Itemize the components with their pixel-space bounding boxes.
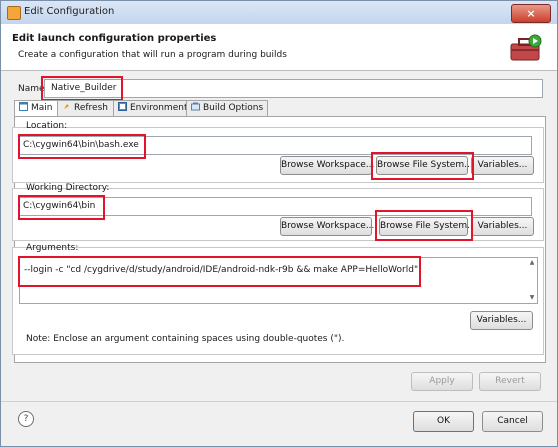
arguments-variables-button[interactable]: Variables... [470,311,533,330]
location-browse-file-system-button[interactable]: Browse File System... [376,156,473,175]
arguments-textarea[interactable]: --login -c "cd /cygdrive/d/study/android… [19,257,538,304]
tab-refresh[interactable]: Refresh [57,100,120,116]
arguments-label: Arguments: [26,243,79,253]
ok-button[interactable]: OK [413,411,474,432]
location-input[interactable]: C:\cygwin64\bin\bash.exe [18,136,532,155]
tab-main-label: Main [31,103,53,113]
main-tab-icon [19,102,28,111]
tab-build-options[interactable]: Build Options [186,100,268,116]
cancel-button[interactable]: Cancel [482,411,543,432]
header-description: Create a configuration that will run a p… [18,50,287,60]
location-variables-button[interactable]: Variables... [471,156,534,175]
name-input[interactable]: Native_Builder [44,79,543,98]
header-title: Edit launch configuration properties [12,33,217,44]
build-options-icon [191,102,200,111]
scroll-up-arrow-icon[interactable]: ▲ [527,258,537,268]
location-browse-workspace-button[interactable]: Browse Workspace... [280,156,374,175]
toolbox-icon [510,34,542,61]
footer-divider [1,401,557,402]
refresh-icon [64,104,69,109]
title-bar: Edit Configuration × [1,1,557,24]
help-icon[interactable]: ? [18,411,34,427]
working-directory-browse-file-system-button[interactable]: Browse File System... [379,217,476,236]
location-label: Location: [26,121,68,131]
apply-button[interactable]: Apply [411,372,473,391]
working-directory-variables-button[interactable]: Variables... [471,217,534,236]
dialog-header: Edit launch configuration properties Cre… [1,24,557,71]
tab-environment-label: Environment [130,103,188,113]
name-value: Native_Builder [51,83,117,93]
location-value: C:\cygwin64\bin\bash.exe [23,140,139,150]
working-directory-value: C:\cygwin64\bin [23,201,96,211]
revert-button[interactable]: Revert [479,372,541,391]
working-directory-browse-workspace-button[interactable]: Browse Workspace... [280,217,374,236]
tab-build-options-label: Build Options [203,103,264,113]
scroll-down-arrow-icon[interactable]: ▼ [527,293,537,303]
working-directory-input[interactable]: C:\cygwin64\bin [18,197,532,216]
tab-refresh-label: Refresh [74,103,108,113]
edit-configuration-dialog: Edit Configuration × Edit launch configu… [0,0,558,447]
arguments-value: --login -c "cd /cygdrive/d/study/android… [24,265,419,275]
tab-environment[interactable]: Environment [113,100,193,116]
arguments-note: Note: Enclose an argument containing spa… [26,334,345,344]
working-directory-label: Working Directory: [26,183,110,193]
app-icon [7,6,21,20]
window-title: Edit Configuration [24,6,115,17]
close-button[interactable]: × [511,4,551,23]
environment-icon [118,102,127,111]
